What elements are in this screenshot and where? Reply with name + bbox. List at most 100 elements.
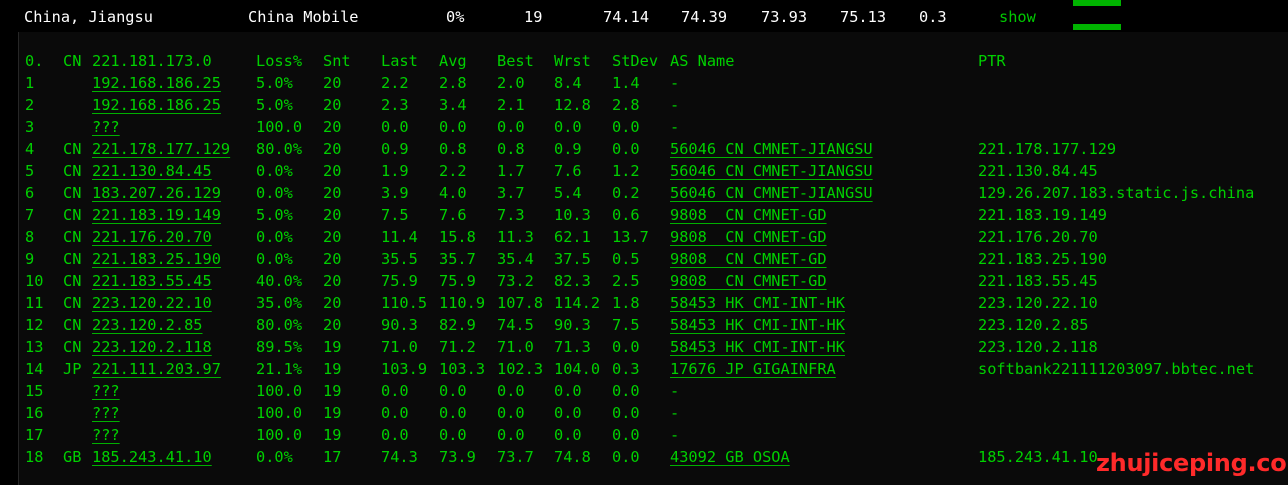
hop-snt: 20	[323, 140, 342, 158]
hop-ip-link[interactable]: 192.168.186.25	[92, 96, 221, 114]
hop-asname-link[interactable]: 56046 CN CMNET-JIANGSU	[670, 162, 873, 180]
hop-ip-link[interactable]: ???	[92, 118, 120, 136]
hop-loss: 0.0%	[256, 228, 293, 246]
hop-asname: -	[670, 96, 680, 114]
hop-avg: 103.3	[439, 360, 486, 378]
header-wrst: Wrst	[554, 52, 591, 70]
hop-loss: 40.0%	[256, 272, 303, 290]
hop-asname-link[interactable]: 58453 HK CMI-INT-HK	[670, 338, 845, 356]
hop-snt: 17	[323, 448, 342, 466]
show-link[interactable]: show	[999, 8, 1036, 26]
hop-asname-link[interactable]: 9808 CN CMNET-GD	[670, 250, 827, 268]
hop-ip-link[interactable]: 185.243.41.10	[92, 448, 212, 466]
hop-best: 7.3	[497, 206, 525, 224]
header-hop: 0.	[25, 52, 44, 70]
hop-ip-link[interactable]: 223.120.2.85	[92, 316, 203, 334]
summary-row: China, Jiangsu China Mobile 0% 19 74.14 …	[0, 0, 1288, 32]
hop-ip-link[interactable]: 221.183.25.190	[92, 250, 221, 268]
hop-ptr: 221.183.55.45	[978, 272, 1098, 290]
header-avg: Avg	[439, 52, 467, 70]
hop-asname: -	[670, 426, 680, 444]
hop-last: 2.2	[381, 74, 409, 92]
hop-loss: 100.0	[256, 426, 303, 444]
hop-hop: 14	[25, 360, 44, 378]
hop-asname-link[interactable]: 9808 CN CMNET-GD	[670, 206, 827, 224]
hop-ip-link[interactable]: 221.111.203.97	[92, 360, 221, 378]
hop-snt: 20	[323, 206, 342, 224]
hop-last: 75.9	[381, 272, 418, 290]
hop-wrst: 5.4	[554, 184, 582, 202]
hop-wrst: 37.5	[554, 250, 591, 268]
hop-loss: 100.0	[256, 118, 303, 136]
hop-last: 0.0	[381, 382, 409, 400]
hop-asname-link[interactable]: 43092 GB OSOA	[670, 448, 790, 466]
header-cc: CN	[63, 52, 82, 70]
hop-ip-link[interactable]: 221.130.84.45	[92, 162, 212, 180]
hop-loss: 100.0	[256, 404, 303, 422]
hop-avg: 3.4	[439, 96, 467, 114]
hop-loss: 5.0%	[256, 96, 293, 114]
hop-ptr: 129.26.207.183.static.js.china	[978, 184, 1255, 202]
hop-ip-link[interactable]: 223.120.22.10	[92, 294, 212, 312]
hop-hop: 13	[25, 338, 44, 356]
hop-ip-link[interactable]: ???	[92, 382, 120, 400]
hop-best: 73.7	[497, 448, 534, 466]
hop-ip-link[interactable]: 192.168.186.25	[92, 74, 221, 92]
hop-asname-link[interactable]: 56046 CN CMNET-JIANGSU	[670, 184, 873, 202]
hop-asname-link[interactable]: 9808 CN CMNET-GD	[670, 228, 827, 246]
hop-wrst: 74.8	[554, 448, 591, 466]
status-bar-bottom	[1073, 24, 1121, 30]
hop-cc: CN	[63, 184, 82, 202]
hop-avg: 2.2	[439, 162, 467, 180]
hop-asname-link[interactable]: 58453 HK CMI-INT-HK	[670, 294, 845, 312]
hop-snt: 19	[323, 382, 342, 400]
hop-avg: 73.9	[439, 448, 476, 466]
hop-asname: -	[670, 118, 680, 136]
hop-stdev: 0.5	[612, 250, 640, 268]
hop-wrst: 0.0	[554, 382, 582, 400]
hop-last: 0.0	[381, 426, 409, 444]
hop-snt: 20	[323, 250, 342, 268]
hop-snt: 20	[323, 272, 342, 290]
hop-last: 90.3	[381, 316, 418, 334]
summary-loss: 0%	[446, 8, 465, 26]
summary-worst: 75.13	[840, 8, 887, 26]
hop-stdev: 0.0	[612, 448, 640, 466]
hop-ip-link[interactable]: 221.178.177.129	[92, 140, 230, 158]
hop-wrst: 90.3	[554, 316, 591, 334]
hop-best: 2.1	[497, 96, 525, 114]
hop-ip-link[interactable]: 221.183.19.149	[92, 206, 221, 224]
hop-ip-link[interactable]: 183.207.26.129	[92, 184, 221, 202]
hop-cc: CN	[63, 338, 82, 356]
hop-asname-link[interactable]: 17676 JP GIGAINFRA	[670, 360, 836, 378]
mtr-output-panel: 0. CN 221.181.173.0 Loss% Snt Last Avg B…	[18, 32, 1288, 485]
hop-wrst: 7.6	[554, 162, 582, 180]
hop-wrst: 104.0	[554, 360, 601, 378]
hop-stdev: 1.4	[612, 74, 640, 92]
hop-loss: 80.0%	[256, 140, 303, 158]
hop-wrst: 0.9	[554, 140, 582, 158]
header-best: Best	[497, 52, 534, 70]
hop-loss: 100.0	[256, 382, 303, 400]
hop-asname-link[interactable]: 56046 CN CMNET-JIANGSU	[670, 140, 873, 158]
hop-snt: 19	[323, 404, 342, 422]
hop-snt: 20	[323, 162, 342, 180]
hop-last: 11.4	[381, 228, 418, 246]
hop-wrst: 0.0	[554, 404, 582, 422]
hop-hop: 3	[25, 118, 35, 136]
hop-stdev: 0.0	[612, 382, 640, 400]
hop-cc: JP	[63, 360, 82, 378]
hop-ip-link[interactable]: 221.176.20.70	[92, 228, 212, 246]
hop-ip-link[interactable]: ???	[92, 426, 120, 444]
hop-cc: CN	[63, 272, 82, 290]
hop-ip-link[interactable]: ???	[92, 404, 120, 422]
hop-avg: 75.9	[439, 272, 476, 290]
hop-avg: 110.9	[439, 294, 486, 312]
hop-loss: 5.0%	[256, 206, 293, 224]
hop-ip-link[interactable]: 221.183.55.45	[92, 272, 212, 290]
hop-ip-link[interactable]: 223.120.2.118	[92, 338, 212, 356]
hop-cc: CN	[63, 228, 82, 246]
hop-asname-link[interactable]: 9808 CN CMNET-GD	[670, 272, 827, 290]
hop-wrst: 8.4	[554, 74, 582, 92]
hop-asname-link[interactable]: 58453 HK CMI-INT-HK	[670, 316, 845, 334]
